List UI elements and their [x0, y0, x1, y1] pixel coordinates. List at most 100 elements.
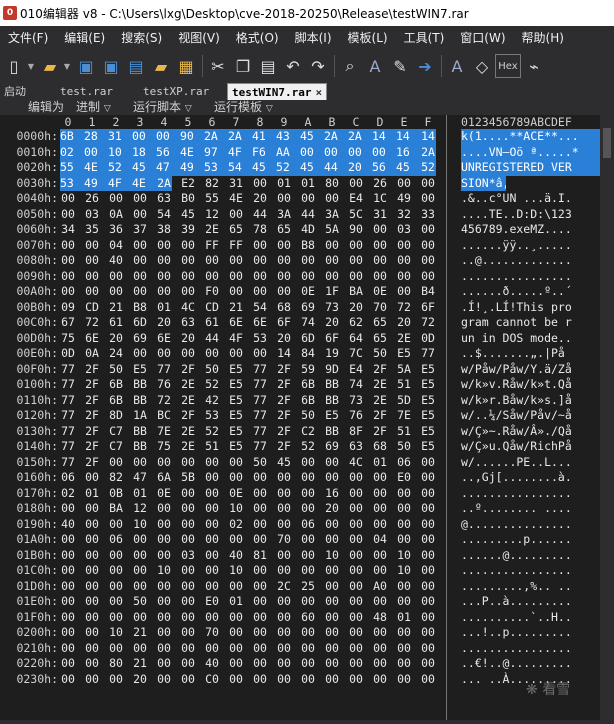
hex-byte[interactable]: FF: [204, 238, 220, 254]
hex-byte[interactable]: 00: [252, 579, 268, 595]
hex-byte[interactable]: E5: [420, 393, 436, 409]
hex-byte[interactable]: 00: [420, 656, 436, 672]
hex-byte[interactable]: 00: [396, 176, 412, 192]
hex-byte[interactable]: 00: [396, 532, 412, 548]
hex-byte[interactable]: 00: [204, 455, 220, 471]
hex-byte[interactable]: 00: [204, 548, 220, 564]
ascii-text[interactable]: ...P..à.........: [461, 594, 611, 610]
chevron-down-icon[interactable]: ▼: [27, 54, 35, 78]
ascii-text[interactable]: ..º........ ....: [461, 501, 611, 517]
hex-byte[interactable]: 00: [84, 610, 100, 626]
hex-byte[interactable]: 00: [132, 129, 156, 145]
hex-byte[interactable]: 47: [132, 470, 148, 486]
hex-byte[interactable]: 10: [396, 548, 412, 564]
hex-byte[interactable]: 00: [324, 253, 340, 269]
hex-byte[interactable]: 00: [132, 191, 148, 207]
hex-byte[interactable]: 00: [84, 548, 100, 564]
hex-byte[interactable]: 54: [156, 207, 172, 223]
menu-item-0[interactable]: 文件(F): [0, 26, 56, 50]
hex-byte[interactable]: 00: [348, 501, 364, 517]
ascii-text[interactable]: UNREGISTERED VER: [461, 160, 611, 176]
hex-byte[interactable]: 77: [252, 362, 268, 378]
hex-byte[interactable]: 2F: [276, 393, 292, 409]
save-all-icon[interactable]: ▤: [124, 54, 148, 78]
hex-byte[interactable]: 00: [276, 486, 292, 502]
hex-byte[interactable]: 00: [108, 517, 124, 533]
hex-byte[interactable]: B4: [420, 284, 436, 300]
hex-byte[interactable]: 2F: [276, 424, 292, 440]
highlight-icon[interactable]: ◇: [470, 54, 494, 78]
hex-byte[interactable]: 60: [300, 610, 316, 626]
hex-byte[interactable]: 35: [84, 222, 100, 238]
hex-byte[interactable]: 2A: [228, 129, 252, 145]
hex-byte[interactable]: 8D: [108, 408, 124, 424]
more-icon[interactable]: ⌁: [522, 54, 546, 78]
hex-byte[interactable]: 00: [420, 222, 436, 238]
hex-byte[interactable]: 65: [372, 331, 388, 347]
hex-byte[interactable]: 00: [300, 594, 316, 610]
hex-byte[interactable]: 53: [60, 175, 84, 191]
hex-byte[interactable]: 00: [108, 672, 124, 688]
hex-byte[interactable]: 00: [252, 238, 268, 254]
hex-byte[interactable]: BB: [132, 439, 148, 455]
hex-byte[interactable]: 2F: [372, 362, 388, 378]
hex-byte[interactable]: 00: [60, 191, 76, 207]
hex-byte[interactable]: 2F: [372, 408, 388, 424]
cut-icon[interactable]: ✂: [206, 54, 230, 78]
hex-byte[interactable]: 1C: [372, 191, 388, 207]
hex-byte[interactable]: 84: [300, 346, 316, 362]
hex-byte[interactable]: 00: [372, 672, 388, 688]
hex-byte[interactable]: FF: [228, 238, 244, 254]
hex-byte[interactable]: 00: [324, 455, 340, 471]
hex-byte[interactable]: 2E: [396, 331, 412, 347]
hex-byte[interactable]: 2E: [204, 222, 220, 238]
hex-byte[interactable]: 00: [156, 455, 172, 471]
hex-byte[interactable]: 59: [300, 362, 316, 378]
hex-byte[interactable]: 65: [372, 315, 388, 331]
hex-byte[interactable]: 00: [324, 269, 340, 285]
copy-icon[interactable]: ❐: [231, 54, 255, 78]
hex-byte[interactable]: 10: [228, 501, 244, 517]
hex-byte[interactable]: 77: [420, 346, 436, 362]
hex-byte[interactable]: 55: [204, 191, 220, 207]
hex-byte[interactable]: 00: [252, 594, 268, 610]
hex-byte[interactable]: 00: [180, 486, 196, 502]
hex-byte[interactable]: 56: [156, 144, 180, 160]
hex-byte[interactable]: 5A: [396, 362, 412, 378]
hex-byte[interactable]: 00: [372, 222, 388, 238]
hex-byte[interactable]: 01: [276, 176, 292, 192]
hex-byte[interactable]: 6A: [156, 470, 172, 486]
hex-byte[interactable]: 0E: [372, 284, 388, 300]
hex-byte[interactable]: 00: [420, 594, 436, 610]
hex-byte[interactable]: 01: [396, 610, 412, 626]
hex-byte[interactable]: C7: [108, 424, 124, 440]
hex-byte[interactable]: 00: [156, 517, 172, 533]
hex-byte[interactable]: 00: [396, 656, 412, 672]
hex-byte[interactable]: E5: [396, 346, 412, 362]
hex-byte[interactable]: 00: [276, 610, 292, 626]
hex-byte[interactable]: 1A: [132, 408, 148, 424]
ascii-text[interactable]: .........p......: [461, 532, 611, 548]
hex-byte[interactable]: 00: [132, 284, 148, 300]
hex-byte[interactable]: 00: [204, 579, 220, 595]
hex-byte[interactable]: 2E: [372, 377, 388, 393]
hex-byte[interactable]: 51: [204, 439, 220, 455]
hex-byte[interactable]: 10: [132, 517, 148, 533]
hex-byte[interactable]: 00: [372, 144, 396, 160]
menu-item-5[interactable]: 脚本(I): [287, 26, 340, 50]
hex-byte[interactable]: 51: [396, 377, 412, 393]
hex-byte[interactable]: 8F: [348, 424, 364, 440]
ascii-text[interactable]: ..@.............: [461, 253, 611, 269]
hex-byte[interactable]: 26: [84, 191, 100, 207]
hex-byte[interactable]: E5: [420, 439, 436, 455]
hex-byte[interactable]: 00: [324, 594, 340, 610]
hex-byte[interactable]: BA: [348, 284, 364, 300]
hex-byte[interactable]: 50: [300, 408, 316, 424]
hex-byte[interactable]: 00: [252, 532, 268, 548]
hex-byte[interactable]: 00: [60, 532, 76, 548]
paste-icon[interactable]: ▤: [256, 54, 280, 78]
ascii-text[interactable]: un in DOS mode..: [461, 331, 611, 347]
menu-item-3[interactable]: 视图(V): [170, 26, 228, 50]
hex-byte[interactable]: 00: [348, 253, 364, 269]
hex-byte[interactable]: 00: [252, 563, 268, 579]
